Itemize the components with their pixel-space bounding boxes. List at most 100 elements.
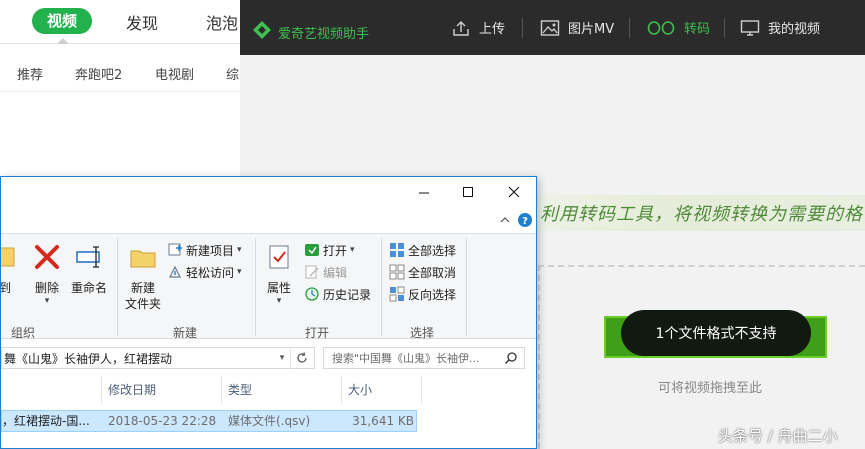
edit-button[interactable]: 编辑 <box>304 262 347 282</box>
refresh-icon <box>296 352 307 363</box>
file-size: 31,641 KB <box>352 414 414 428</box>
select-all-button[interactable]: 全部选择 <box>389 240 456 260</box>
history-button[interactable]: 历史记录 <box>304 284 371 304</box>
unsupported-format-button[interactable]: 1个文件格式不支持 <box>621 310 811 356</box>
history-icon <box>305 287 319 301</box>
subnav-item[interactable]: 综 <box>226 64 239 83</box>
open-icon <box>305 244 319 256</box>
delete-label: 删除 <box>34 281 59 295</box>
chevron-down-icon[interactable]: ▾ <box>274 353 290 363</box>
minimize-button[interactable] <box>401 177 447 207</box>
chevron-down-icon: ▾ <box>44 296 50 306</box>
file-explorer-window: ? 到 删除 ▾ 重命名 组织 新建 文件夹 新建项目 ▾ 轻松访问 ▾ 新建 … <box>0 176 537 449</box>
select-none-label: 全部取消 <box>408 265 457 280</box>
drag-hint-text: 可将视频拖拽至此 <box>658 381 763 396</box>
app-title: 爱奇艺视频助手 <box>278 27 370 42</box>
new-folder-button[interactable]: 新建 文件夹 <box>121 242 165 312</box>
upload-button[interactable]: 上传 <box>451 0 505 55</box>
file-type: 媒体文件(.qsv) <box>228 414 311 428</box>
new-folder-icon <box>130 250 156 268</box>
file-name: ，红裙摆动-国... <box>2 414 90 428</box>
easy-access-icon <box>169 265 181 278</box>
search-box <box>323 347 525 369</box>
open-group-label: 打开 <box>304 326 330 340</box>
invert-selection-label: 反向选择 <box>408 287 457 302</box>
properties-icon <box>269 245 289 269</box>
explorer-titlebar <box>1 177 536 207</box>
new-item-label: 新建项目 <box>186 243 235 258</box>
rename-label: 重命名 <box>70 281 107 295</box>
upload-label: 上传 <box>479 22 506 37</box>
ribbon-divider <box>117 238 118 336</box>
rename-icon <box>76 246 100 268</box>
maximize-icon <box>463 187 473 197</box>
my-videos-button[interactable]: 我的视频 <box>740 0 820 55</box>
select-group-label: 选择 <box>409 326 435 340</box>
select-none-button[interactable]: 全部取消 <box>389 262 456 282</box>
organize-group-label: 组织 <box>10 326 36 340</box>
copy-to-label: 到 <box>0 281 11 295</box>
nav-tab-discover[interactable]: 发现 <box>126 10 158 34</box>
toolbar-divider <box>522 18 523 38</box>
column-header-size[interactable]: 大小 <box>342 377 422 403</box>
delete-button[interactable]: 删除 ▾ <box>25 242 69 306</box>
column-header-type[interactable]: 类型 <box>222 377 342 403</box>
column-header-date[interactable]: 修改日期 <box>102 377 222 403</box>
chevron-down-icon: ▾ <box>237 267 242 277</box>
chevron-down-icon: ▾ <box>350 245 355 255</box>
site-subnav: 推荐 奔跑吧2 电视剧 综 <box>0 56 240 92</box>
chevron-down-icon: ▾ <box>237 245 242 255</box>
close-button[interactable] <box>491 177 536 207</box>
monitor-icon <box>740 19 760 36</box>
close-icon <box>508 186 520 198</box>
column-header-row: 修改日期 类型 大小 <box>1 377 536 403</box>
properties-button[interactable]: 属性 ▾ <box>257 242 301 306</box>
rename-button[interactable]: 重命名 <box>67 242 111 296</box>
nav-tab-bubble[interactable]: 泡泡 <box>206 10 238 34</box>
copy-to-folder-icon <box>1 247 15 267</box>
address-bar[interactable]: 舞《山鬼》长袖伊人，红裙摆动 ▾ <box>1 347 315 369</box>
refresh-button[interactable] <box>290 347 312 369</box>
history-label: 历史记录 <box>323 287 372 302</box>
transcode-icon <box>647 20 675 35</box>
easy-access-label: 轻松访问 <box>186 265 235 280</box>
open-button[interactable]: 打开 ▾ <box>304 240 355 260</box>
transcode-button[interactable]: 转码 <box>646 0 710 55</box>
ribbon-controls: ? <box>491 211 536 229</box>
image-icon <box>540 19 560 36</box>
new-item-button[interactable]: 新建项目 ▾ <box>167 240 242 260</box>
maximize-button[interactable] <box>445 177 491 207</box>
explorer-ribbon: 到 删除 ▾ 重命名 组织 新建 文件夹 新建项目 ▾ 轻松访问 ▾ 新建 属性… <box>0 233 536 340</box>
copy-to-button[interactable]: 到 <box>0 242 27 296</box>
site-nav: 视频 发现 泡泡 <box>0 0 240 44</box>
properties-label: 属性 <box>266 281 291 295</box>
edit-icon <box>305 265 319 279</box>
select-all-icon <box>390 243 404 257</box>
nav-tab-video[interactable]: 视频 <box>32 8 92 34</box>
invert-selection-icon <box>389 286 405 302</box>
new-item-icon <box>168 243 182 256</box>
search-icon[interactable] <box>504 351 518 365</box>
new-group-label: 新建 <box>172 326 198 340</box>
chevron-up-icon[interactable] <box>499 215 511 225</box>
new-folder-label-2: 文件夹 <box>124 297 161 311</box>
invert-selection-button[interactable]: 反向选择 <box>389 284 456 304</box>
file-row[interactable]: ，红裙摆动-国... 2018-05-23 22:28 媒体文件(.qsv) 3… <box>1 410 417 432</box>
easy-access-button[interactable]: 轻松访问 ▾ <box>167 262 242 282</box>
photo-mv-button[interactable]: 图片MV <box>540 0 614 55</box>
select-all-label: 全部选择 <box>408 243 457 258</box>
svg-text:?: ? <box>522 216 528 227</box>
select-none-icon <box>389 264 405 280</box>
ribbon-divider <box>381 238 382 336</box>
watermark: 头条号 / 舟曲二小 <box>718 427 838 445</box>
search-input[interactable] <box>324 351 504 365</box>
photo-mv-label: 图片MV <box>568 22 615 37</box>
subnav-item[interactable]: 推荐 <box>17 64 43 83</box>
chevron-down-icon: ▾ <box>276 296 282 306</box>
slogan-text: 利用转码工具，将视频转换为需要的格 <box>540 204 863 225</box>
address-path: 舞《山鬼》长袖伊人，红裙摆动 <box>4 351 173 366</box>
subnav-item[interactable]: 电视剧 <box>155 64 194 83</box>
help-icon[interactable]: ? <box>517 212 533 228</box>
subnav-item[interactable]: 奔跑吧2 <box>75 64 122 83</box>
column-header-name[interactable] <box>1 377 102 403</box>
